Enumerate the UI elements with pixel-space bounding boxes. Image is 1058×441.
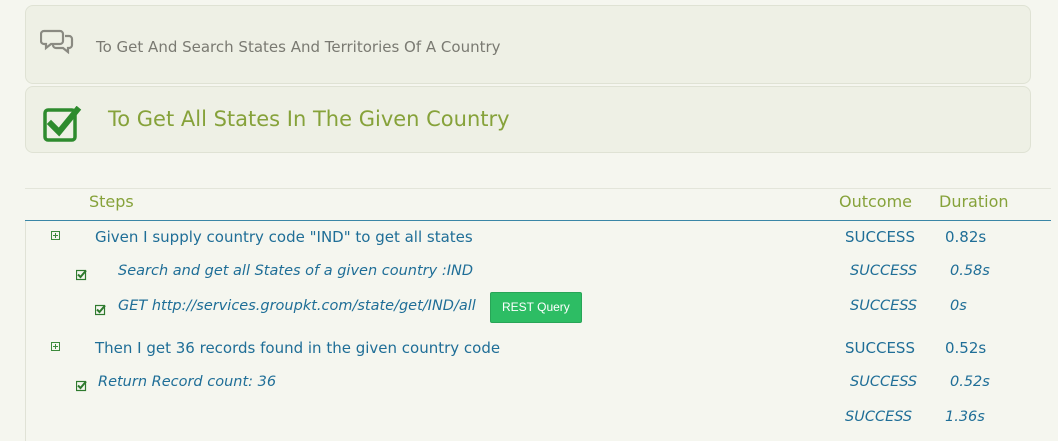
step-text: Then I get 36 records found in the given…	[95, 339, 501, 357]
story-panel: To Get And Search States And Territories…	[25, 5, 1031, 84]
table-row: GET http://services.groupkt.com/state/ge…	[25, 292, 1051, 326]
step-text: Return Record count: 36	[98, 374, 277, 390]
step-outcome: SUCCESS	[850, 298, 918, 314]
total-outcome: SUCCESS	[845, 409, 913, 425]
step-outcome: SUCCESS	[850, 374, 918, 390]
step-outcome: SUCCESS	[845, 228, 915, 246]
table-row[interactable]: Given I supply country code "IND" to get…	[25, 222, 1051, 256]
step-duration: 0.52s	[950, 374, 990, 390]
step-text: Search and get all States of a given cou…	[118, 263, 473, 279]
outcome-header: Outcome	[839, 192, 913, 211]
story-title: To Get And Search States And Territories…	[96, 38, 501, 56]
rest-query-button[interactable]: REST Query	[490, 292, 582, 323]
table-row: Search and get all States of a given cou…	[25, 257, 1051, 291]
expand-icon[interactable]	[51, 231, 60, 240]
scenario-title: To Get All States In The Given Country	[108, 107, 510, 131]
checked-box-icon	[43, 105, 83, 146]
step-duration: 0.82s	[945, 228, 987, 246]
total-duration: 1.36s	[945, 409, 985, 425]
step-duration: 0.58s	[950, 263, 990, 279]
expand-icon[interactable]	[51, 342, 60, 351]
table-row: Return Record count: 36 SUCCESS 0.52s	[25, 368, 1051, 402]
table-header: Steps Outcome Duration	[25, 188, 1051, 221]
step-outcome: SUCCESS	[845, 339, 915, 357]
step-text: GET http://services.groupkt.com/state/ge…	[118, 298, 476, 314]
scenario-panel: To Get All States In The Given Country	[25, 86, 1031, 153]
check-icon	[75, 377, 87, 392]
step-outcome: SUCCESS	[850, 263, 918, 279]
steps-table: Steps Outcome Duration Given I supply co…	[25, 188, 1051, 441]
step-duration: 0.52s	[945, 339, 987, 357]
duration-header: Duration	[939, 192, 1009, 211]
check-icon	[75, 266, 87, 281]
comments-icon	[39, 28, 74, 58]
step-duration: 0s	[950, 298, 967, 314]
table-row[interactable]: Then I get 36 records found in the given…	[25, 333, 1051, 367]
step-text: Given I supply country code "IND" to get…	[95, 228, 473, 246]
check-icon	[94, 301, 106, 316]
steps-header: Steps	[89, 192, 134, 211]
